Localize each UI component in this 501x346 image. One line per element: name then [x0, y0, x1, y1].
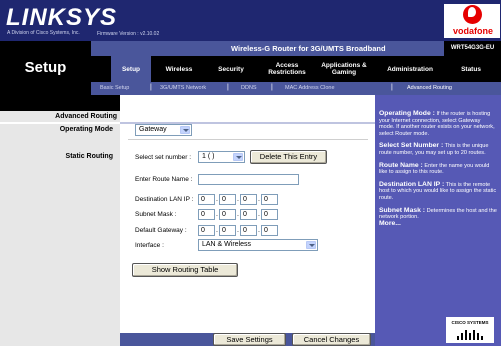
chevron-down-icon[interactable] — [306, 241, 316, 249]
vodafone-wordmark: vodafone — [452, 26, 493, 36]
subtab-3g-umts-network[interactable]: 3G/UMTS Network — [160, 85, 206, 91]
tab-applications-gaming[interactable]: Applications & Gaming — [319, 56, 369, 82]
help-route-name: Route Name : Enter the name you would li… — [379, 161, 490, 176]
subtab-advanced-routing[interactable]: Advanced Routing — [407, 85, 452, 91]
help-more-link[interactable]: More... — [379, 220, 497, 228]
delete-entry-button[interactable]: Delete This Entry — [250, 150, 327, 164]
interface-value: LAN & Wireless — [202, 241, 252, 248]
linksys-logo: LINKSYS — [6, 4, 118, 31]
dest-ip-octet-3[interactable]: 0 — [240, 194, 257, 205]
subnet-mask-label: Subnet Mask : — [135, 211, 177, 218]
main-nav: Setup Wireless Security Access Restricti… — [91, 56, 501, 82]
product-name: Wireless-G Router for 3G/UMTS Broadband — [231, 44, 386, 53]
firmware-version: Firmware Version : v2.10.02 — [97, 31, 160, 37]
dest-ip-octet-4[interactable]: 0 — [261, 194, 278, 205]
set-number-value: 1 ( ) — [202, 153, 215, 160]
help-destination-lan-ip: Destination LAN IP : This is the remote … — [379, 180, 497, 201]
sub-nav: Basic Setup | 3G/UMTS Network | DDNS | M… — [91, 82, 501, 95]
section-title: Advanced Routing — [55, 113, 117, 120]
dest-ip-octet-1[interactable]: 0 — [198, 194, 215, 205]
tab-administration[interactable]: Administration — [380, 56, 440, 82]
route-name-label: Enter Route Name : — [135, 176, 193, 183]
static-routing-label: Static Routing — [65, 153, 113, 160]
operating-mode-value: Gateway — [139, 126, 167, 133]
page-title: Setup — [0, 41, 91, 95]
divider — [128, 139, 368, 140]
model-number: WRT54G3G-EU — [444, 41, 501, 56]
gateway-octet-2[interactable]: 0 — [219, 225, 236, 236]
logo-subtitle: A Division of Cisco Systems, Inc. — [7, 30, 80, 36]
help-operating-mode: Operating Mode : If the router is hostin… — [379, 110, 495, 137]
select-set-number-label: Select set number : — [135, 154, 191, 161]
help-select-set-number: Select Set Number : This is the unique r… — [379, 142, 489, 156]
subnet-octet-4[interactable]: 0 — [261, 209, 278, 220]
dest-ip-octet-2[interactable]: 0 — [219, 194, 236, 205]
subnav-separator: | — [227, 84, 229, 91]
default-gateway-label: Default Gateway : — [135, 227, 187, 234]
gateway-octet-3[interactable]: 0 — [240, 225, 257, 236]
footer-left — [0, 333, 120, 346]
subnet-octet-1[interactable]: 0 — [198, 209, 215, 220]
tab-wireless[interactable]: Wireless — [157, 56, 201, 82]
destination-lan-ip-label: Destination LAN IP : — [135, 196, 194, 203]
subnet-octet-2[interactable]: 0 — [219, 209, 236, 220]
help-subnet-mask: Subnet Mask : Determines the host and th… — [379, 206, 497, 221]
cisco-systems-logo: CISCO SYSTEMS — [446, 317, 494, 343]
gateway-octet-1[interactable]: 0 — [198, 225, 215, 236]
chevron-down-icon[interactable] — [180, 126, 190, 134]
subtab-mac-address-clone[interactable]: MAC Address Clone — [285, 85, 335, 91]
cancel-changes-button[interactable]: Cancel Changes — [292, 333, 371, 346]
tab-security[interactable]: Security — [209, 56, 253, 82]
left-column-header — [0, 95, 120, 111]
operating-mode-select[interactable]: Gateway — [135, 124, 192, 136]
set-number-select[interactable]: 1 ( ) — [198, 151, 245, 163]
header: LINKSYS A Division of Cisco Systems, Inc… — [0, 0, 501, 41]
product-title-bar: Wireless-G Router for 3G/UMTS Broadband … — [91, 41, 501, 56]
subtab-basic-setup[interactable]: Basic Setup — [100, 85, 129, 91]
help-text: Operating Mode : If the router is hostin… — [379, 110, 497, 228]
chevron-down-icon[interactable] — [233, 153, 243, 161]
show-routing-table-button[interactable]: Show Routing Table — [132, 263, 238, 277]
save-settings-button[interactable]: Save Settings — [213, 333, 286, 346]
vodafone-logo: vodafone — [444, 4, 500, 38]
tab-status[interactable]: Status — [449, 56, 493, 82]
subnet-octet-3[interactable]: 0 — [240, 209, 257, 220]
subnav-separator: | — [271, 84, 273, 91]
tab-access-restrictions[interactable]: Access Restrictions — [263, 56, 311, 82]
tab-setup[interactable]: Setup — [111, 56, 151, 82]
subnav-separator: | — [391, 84, 393, 91]
interface-label: Interface : — [135, 242, 164, 249]
interface-select[interactable]: LAN & Wireless — [198, 239, 318, 251]
divider — [0, 122, 120, 124]
vodafone-icon — [463, 5, 482, 24]
route-name-input[interactable] — [198, 174, 299, 185]
subnav-separator: | — [150, 84, 152, 91]
operating-mode-label: Operating Mode — [59, 126, 113, 133]
gateway-octet-4[interactable]: 0 — [261, 225, 278, 236]
subtab-ddns[interactable]: DDNS — [241, 85, 257, 91]
